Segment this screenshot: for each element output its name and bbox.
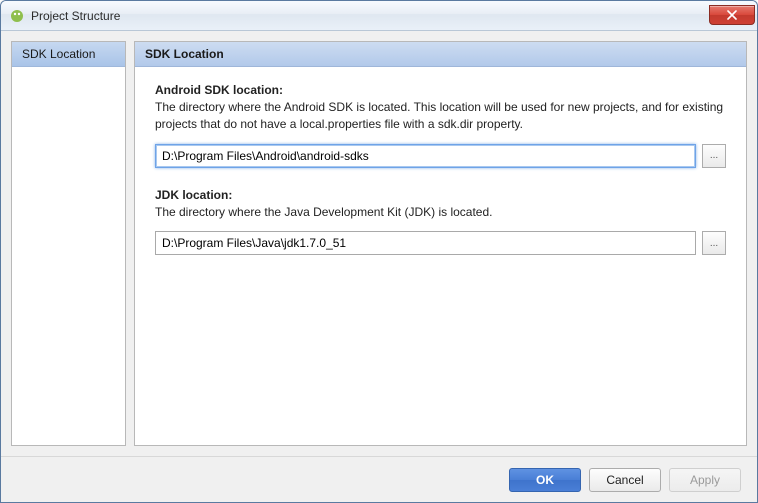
cancel-button[interactable]: Cancel [589,468,661,492]
dialog-body: SDK Location SDK Location Android SDK lo… [1,31,757,456]
main-content: Android SDK location: The directory wher… [135,67,746,445]
apply-button: Apply [669,468,741,492]
main-header: SDK Location [135,42,746,67]
android-sdk-field-row: ... [155,144,726,168]
titlebar[interactable]: Project Structure [1,1,757,31]
dialog-footer: OK Cancel Apply [1,456,757,502]
android-sdk-input[interactable] [155,144,696,168]
ellipsis-icon: ... [710,150,718,161]
jdk-input[interactable] [155,231,696,255]
window-title: Project Structure [31,9,709,23]
section-android-sdk: Android SDK location: The directory wher… [155,83,726,168]
app-icon [9,8,25,24]
apply-button-label: Apply [690,473,720,487]
section-jdk: JDK location: The directory where the Ja… [155,188,726,255]
main-panel: SDK Location Android SDK location: The d… [134,41,747,446]
ellipsis-icon: ... [710,238,718,249]
jdk-desc: The directory where the Java Development… [155,204,726,221]
jdk-title: JDK location: [155,188,726,202]
cancel-button-label: Cancel [606,473,643,487]
sidebar-item-label: SDK Location [22,47,95,61]
android-sdk-browse-button[interactable]: ... [702,144,726,168]
ok-button[interactable]: OK [509,468,581,492]
sidebar: SDK Location [11,41,126,446]
android-sdk-desc: The directory where the Android SDK is l… [155,99,726,134]
dialog-window: Project Structure SDK Location SDK Locat… [0,0,758,503]
close-button[interactable] [709,5,755,25]
jdk-browse-button[interactable]: ... [702,231,726,255]
sidebar-item-sdk-location[interactable]: SDK Location [12,42,125,67]
android-sdk-title: Android SDK location: [155,83,726,97]
ok-button-label: OK [536,473,554,487]
jdk-field-row: ... [155,231,726,255]
